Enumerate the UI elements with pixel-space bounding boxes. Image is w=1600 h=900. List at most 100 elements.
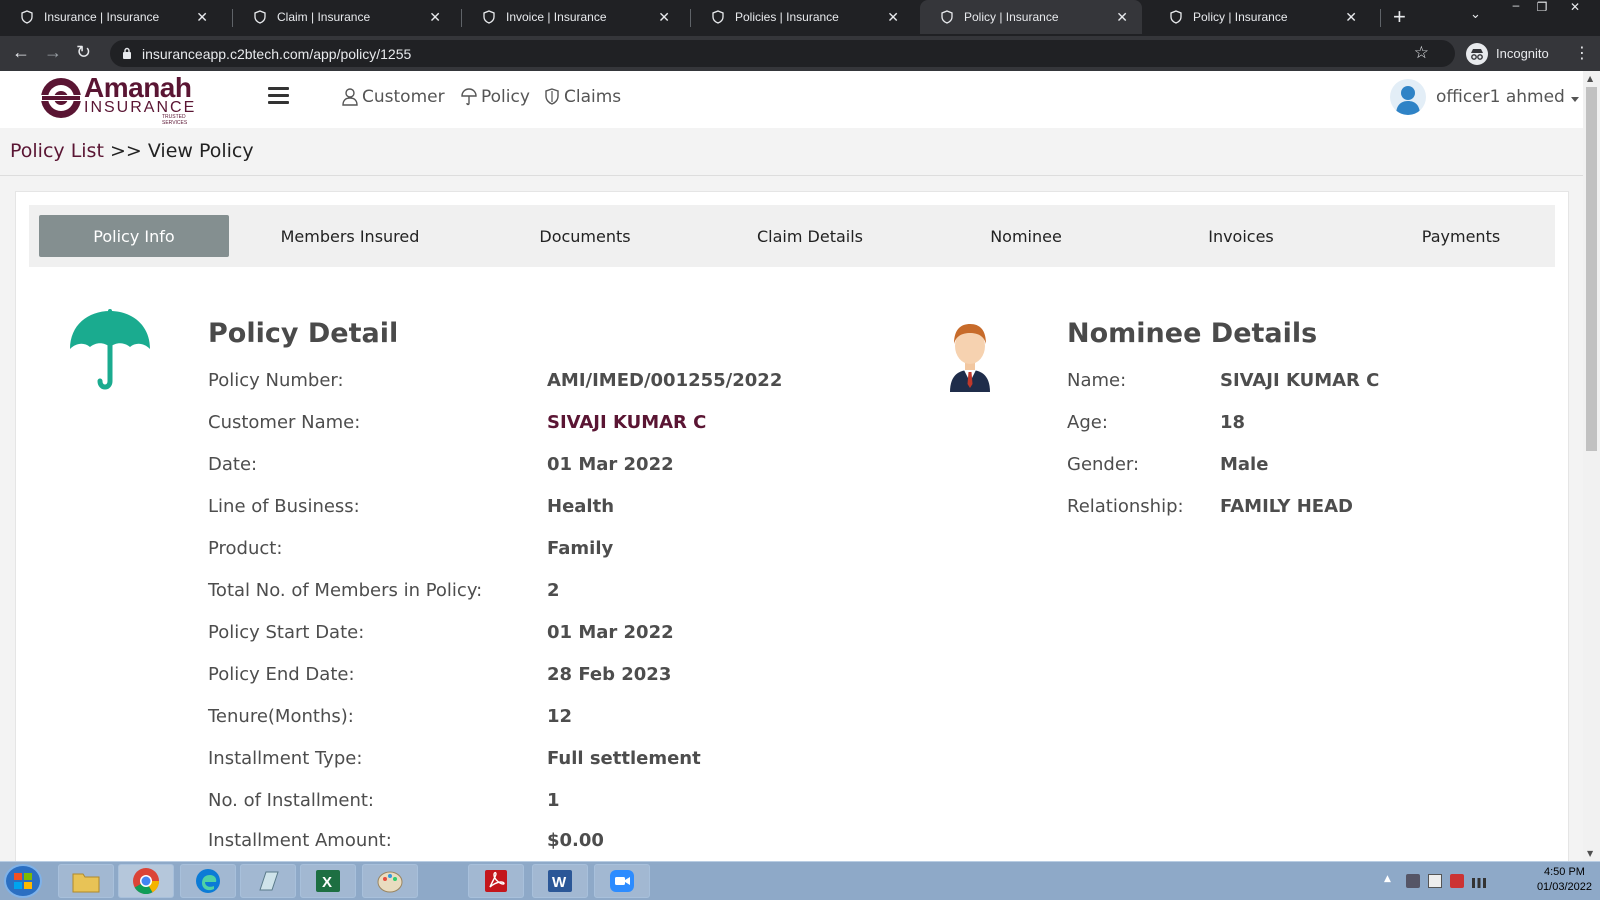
installment-amount-value: $0.00 (547, 830, 604, 851)
browser-toolbar: ← → ↻ insuranceapp.c2btech.com/app/polic… (0, 36, 1600, 71)
umbrella-icon (70, 309, 150, 390)
taskbar-paint[interactable] (362, 864, 418, 898)
edge-icon (196, 869, 220, 893)
new-tab-button[interactable]: + (1393, 4, 1406, 30)
policy-field-label: Policy Number: (208, 370, 344, 391)
policy-number-value: AMI/IMED/001255/2022 (547, 370, 783, 391)
nav-policy[interactable]: Policy (461, 87, 530, 107)
browser-tab[interactable]: Claim | Insurance ✕ (233, 0, 455, 34)
taskbar-edge[interactable] (180, 864, 236, 898)
video-camera-icon (610, 870, 634, 892)
clock-time: 4:50 PM (1543, 866, 1585, 878)
product-value: Family (547, 538, 614, 559)
taskbar-chrome[interactable] (118, 864, 174, 898)
shield-icon (483, 10, 495, 24)
close-icon[interactable]: ✕ (887, 9, 899, 26)
policy-card (15, 191, 1569, 871)
taskbar-file-explorer[interactable] (58, 864, 114, 898)
nominee-field-label: Relationship: (1067, 496, 1184, 517)
tab-members-insured[interactable]: Members Insured (250, 215, 450, 257)
incognito-indicator[interactable]: Incognito (1466, 40, 1549, 67)
tab-documents[interactable]: Documents (490, 215, 680, 257)
nominee-details-title: Nominee Details (1067, 318, 1318, 349)
tab-payments[interactable]: Payments (1366, 215, 1556, 257)
bookmark-star-icon[interactable]: ☆ (1414, 43, 1429, 63)
logo-mark-icon (40, 78, 82, 118)
browser-tab[interactable]: Policy | Insurance ✕ (1149, 0, 1371, 34)
close-icon[interactable]: ✕ (1345, 9, 1357, 26)
system-tray-icons: ▲ (1384, 874, 1486, 888)
policy-field-label: Policy Start Date: (208, 622, 365, 643)
excel-icon: X (316, 870, 340, 892)
person-icon (950, 324, 990, 392)
policy-field-label: Customer Name: (208, 412, 361, 433)
amanah-logo[interactable]: Amanah INSURANCE TRUSTED SERVICES (40, 72, 210, 126)
tab-claim-details[interactable]: Claim Details (710, 215, 910, 257)
reload-icon[interactable]: ↻ (76, 42, 91, 63)
scrollbar-thumb[interactable] (1586, 87, 1597, 451)
breadcrumb-policy-list-link[interactable]: Policy List (10, 140, 104, 162)
close-icon[interactable]: ✕ (196, 9, 208, 26)
word-icon: W (548, 870, 572, 892)
breadcrumb-separator: >> (109, 140, 142, 162)
tab-invoices[interactable]: Invoices (1151, 215, 1331, 257)
app-header: Amanah INSURANCE TRUSTED SERVICES Custom… (0, 71, 1583, 128)
forward-arrow-icon[interactable]: → (44, 42, 62, 63)
installment-type-value: Full settlement (547, 748, 701, 769)
signal-bars-icon[interactable] (1472, 878, 1486, 888)
windows-start-button[interactable] (4, 864, 42, 898)
close-icon[interactable]: ✕ (429, 9, 441, 26)
system-clock[interactable]: 4:50 PM 01/03/2022 (1537, 865, 1592, 895)
browser-menu-icon[interactable]: ⋮ (1574, 43, 1590, 62)
nav-customer[interactable]: Customer (342, 87, 445, 107)
avatar (1390, 79, 1426, 115)
notebook-icon (259, 871, 279, 891)
taskbar-zoom[interactable] (594, 864, 650, 898)
nav-claims[interactable]: Claims (544, 87, 621, 107)
tray-expand-icon[interactable]: ▲ (1384, 874, 1398, 888)
close-icon[interactable]: ✕ (658, 9, 670, 26)
browser-tab[interactable]: Invoice | Insurance ✕ (462, 0, 684, 34)
installment-count-value: 1 (547, 790, 560, 811)
page-scrollbar[interactable]: ▲ ▼ (1583, 71, 1600, 861)
window-close-icon[interactable]: ✕ (1563, 0, 1587, 18)
end-date-value: 28 Feb 2023 (547, 664, 672, 685)
browser-tab-active[interactable]: Policy | Insurance ✕ (920, 0, 1142, 34)
action-center-icon[interactable] (1428, 874, 1442, 888)
lock-icon (123, 47, 131, 59)
taskbar-notes-app[interactable] (240, 864, 296, 898)
tab-search-chevron-icon[interactable]: ⌄ (1470, 7, 1481, 22)
customer-name-value[interactable]: SIVAJI KUMAR C (547, 412, 706, 433)
user-menu[interactable]: officer1 ahmed (1390, 79, 1579, 115)
scroll-up-arrow-icon[interactable]: ▲ (1587, 74, 1593, 83)
caret-down-icon (1570, 96, 1579, 102)
tab-nominee[interactable]: Nominee (941, 215, 1111, 257)
scroll-down-arrow-icon[interactable]: ▼ (1587, 849, 1593, 858)
network-error-icon[interactable] (1450, 874, 1464, 888)
restore-icon[interactable]: ❐ (1530, 0, 1554, 18)
tab-policy-info[interactable]: Policy Info (39, 215, 229, 257)
taskbar-word[interactable]: W (532, 864, 588, 898)
browser-tab[interactable]: Policies | Insurance ✕ (691, 0, 913, 34)
shield-icon (941, 10, 953, 24)
policy-field-label: Tenure(Months): (208, 706, 354, 727)
hamburger-menu-icon[interactable] (268, 87, 289, 104)
nominee-field-label: Name: (1067, 370, 1127, 391)
taskbar-excel[interactable]: X (300, 864, 356, 898)
incognito-label: Incognito (1496, 46, 1549, 61)
volume-muted-icon[interactable] (1406, 874, 1420, 888)
close-icon[interactable]: ✕ (1116, 9, 1128, 26)
nominee-field-label: Gender: (1067, 454, 1140, 475)
browser-tab[interactable]: Insurance | Insurance ✕ (0, 0, 222, 34)
umbrella-icon (461, 88, 477, 106)
user-icon (342, 88, 358, 106)
date-value: 01 Mar 2022 (547, 454, 674, 475)
back-arrow-icon[interactable]: ← (12, 42, 30, 63)
minimize-icon[interactable]: – (1504, 0, 1528, 16)
browser-tab-title: Policy | Insurance (1193, 10, 1288, 24)
taskbar-acrobat[interactable] (468, 864, 524, 898)
shield-icon (1170, 10, 1182, 24)
browser-tab-title: Insurance | Insurance (44, 10, 160, 24)
address-bar[interactable]: insuranceapp.c2btech.com/app/policy/1255… (110, 40, 1455, 67)
incognito-icon (1466, 42, 1488, 65)
